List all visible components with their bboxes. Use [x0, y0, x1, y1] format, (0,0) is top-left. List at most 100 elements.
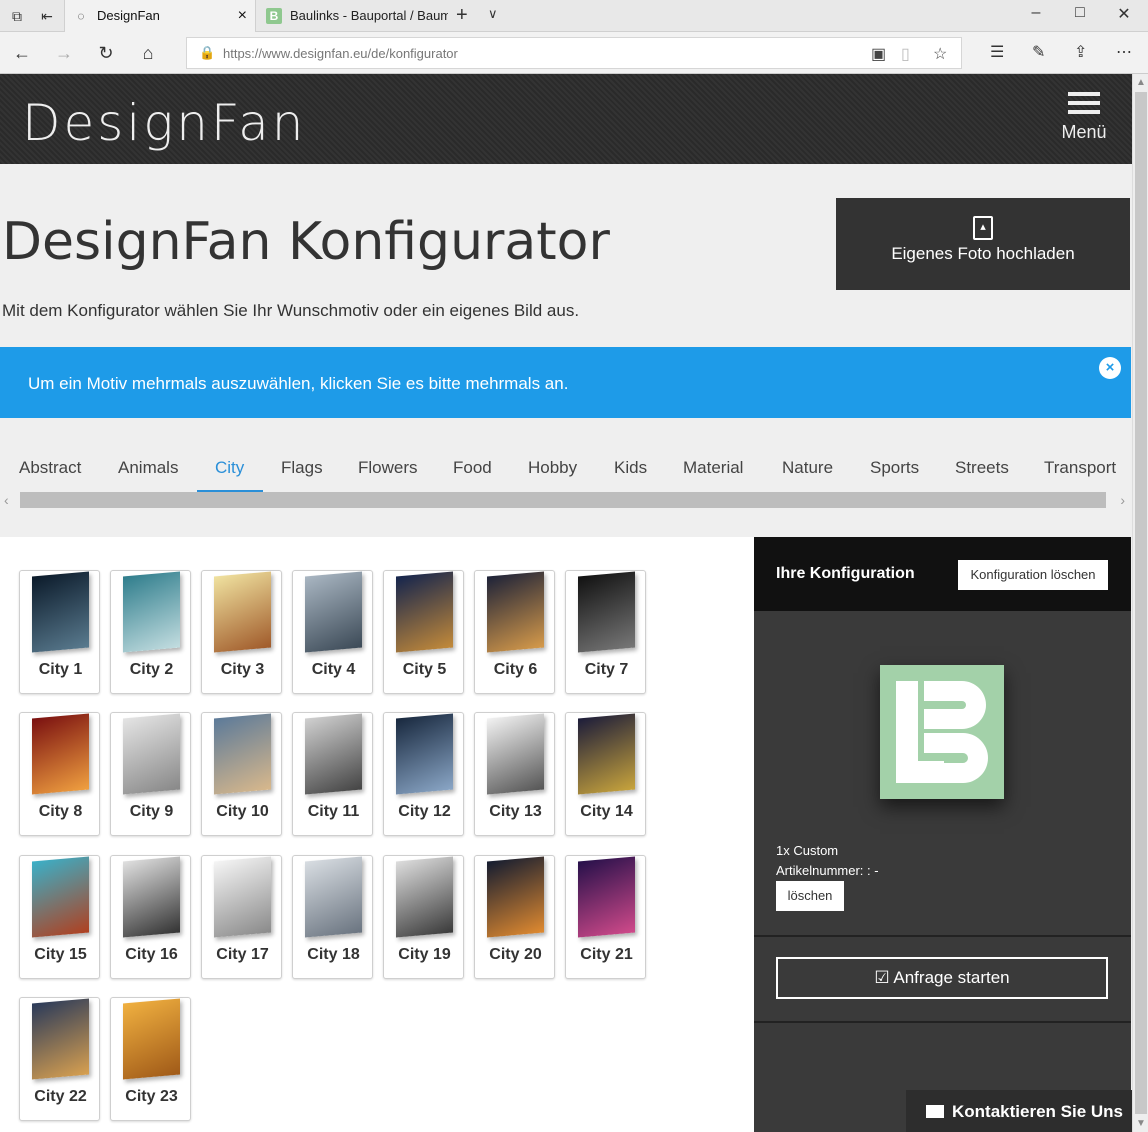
motif-card[interactable]: City 23: [110, 997, 191, 1121]
tab-designfan[interactable]: ◌ DesignFan ×: [64, 0, 256, 32]
url-path: /de/konfigurator: [367, 46, 458, 61]
category-tabs: Abstract Animals City Flags Flowers Food…: [0, 448, 1131, 492]
delete-item-button[interactable]: löschen: [776, 881, 844, 911]
tab-kids[interactable]: Kids: [614, 458, 647, 478]
motif-card[interactable]: City 9: [110, 712, 191, 836]
info-banner: Um ein Motiv mehrmals auszuwählen, klick…: [0, 347, 1131, 418]
more-icon[interactable]: ⋯: [1116, 42, 1132, 62]
motif-card[interactable]: City 13: [474, 712, 555, 836]
image-icon: ▴: [973, 216, 993, 240]
motif-label: City 5: [402, 661, 447, 678]
scroll-thumb[interactable]: [20, 492, 1106, 508]
motif-card[interactable]: City 1: [19, 570, 100, 694]
upload-photo-button[interactable]: ▴ Eigenes Foto hochladen: [836, 198, 1130, 290]
motif-card[interactable]: City 2: [110, 570, 191, 694]
motif-thumbnail: [487, 571, 544, 653]
motif-card[interactable]: City 15: [19, 855, 100, 979]
close-window-icon[interactable]: ✕: [1114, 4, 1134, 24]
tab-baulinks[interactable]: B Baulinks - Bauportal / Baum: [258, 0, 448, 32]
tab-material[interactable]: Material: [683, 458, 743, 478]
menu-label: Menü: [1061, 122, 1107, 142]
reading-view-icon[interactable]: ▯: [901, 44, 910, 64]
motif-card[interactable]: City 19: [383, 855, 464, 979]
motif-card[interactable]: City 22: [19, 997, 100, 1121]
tab-food[interactable]: Food: [453, 458, 492, 478]
motif-thumbnail: [578, 571, 635, 653]
tab-flags[interactable]: Flags: [281, 458, 323, 478]
minimize-icon[interactable]: –: [1026, 4, 1046, 22]
share-icon[interactable]: ⇪: [1074, 42, 1087, 62]
motif-thumbnail: [214, 856, 271, 938]
page-subtitle: Mit dem Konfigurator wählen Sie Ihr Wuns…: [2, 301, 580, 320]
motif-label: City 15: [34, 946, 87, 963]
tab-nature[interactable]: Nature: [782, 458, 833, 478]
motif-label: City 9: [129, 803, 174, 820]
back-icon[interactable]: ←: [10, 41, 34, 65]
motif-thumbnail: [305, 713, 362, 795]
close-icon[interactable]: ×: [1099, 357, 1121, 379]
motif-card[interactable]: City 4: [292, 570, 373, 694]
motif-card[interactable]: City 8: [19, 712, 100, 836]
shop-icon[interactable]: ▣: [871, 44, 886, 64]
motif-card[interactable]: City 20: [474, 855, 555, 979]
motif-card[interactable]: City 11: [292, 712, 373, 836]
motif-label: City 11: [307, 803, 360, 820]
chevron-down-icon[interactable]: ∨: [488, 6, 498, 22]
motif-thumbnail: [396, 856, 453, 938]
tab-streets[interactable]: Streets: [955, 458, 1009, 478]
motif-label: City 23: [125, 1088, 178, 1105]
tab-transport[interactable]: Transport: [1044, 458, 1116, 478]
scroll-left-icon[interactable]: ‹: [4, 492, 9, 508]
divider: [754, 1021, 1131, 1023]
page-scrollbar[interactable]: ▲ ▼: [1132, 74, 1148, 1132]
tab-abstract[interactable]: Abstract: [19, 458, 81, 478]
tab-hobby[interactable]: Hobby: [528, 458, 577, 478]
maximize-icon[interactable]: □: [1070, 4, 1090, 22]
menu-button[interactable]: Menü: [1060, 92, 1108, 143]
scroll-thumb[interactable]: [1135, 92, 1147, 1114]
url-domain: https://www.designfan.eu: [223, 46, 368, 61]
url-field[interactable]: 🔒 https://www.designfan.eu/de/konfigurat…: [186, 37, 962, 69]
set-aside-tabs-icon[interactable]: ⇤: [38, 7, 56, 25]
request-label: Anfrage starten: [893, 968, 1010, 987]
favorites-icon[interactable]: ☰: [990, 42, 1004, 62]
motif-card[interactable]: City 3: [201, 570, 282, 694]
pen-icon[interactable]: ✎: [1032, 42, 1045, 62]
motif-card[interactable]: City 5: [383, 570, 464, 694]
scroll-down-icon[interactable]: ▼: [1136, 1118, 1146, 1129]
clear-configuration-button[interactable]: Konfiguration löschen: [958, 560, 1108, 590]
motif-card[interactable]: City 7: [565, 570, 646, 694]
motif-card[interactable]: City 16: [110, 855, 191, 979]
motif-card[interactable]: City 12: [383, 712, 464, 836]
new-tab-icon[interactable]: +: [456, 4, 468, 27]
motif-card[interactable]: City 17: [201, 855, 282, 979]
divider: [754, 935, 1131, 937]
tab-sports[interactable]: Sports: [870, 458, 919, 478]
tab-city[interactable]: City: [215, 458, 244, 478]
home-icon[interactable]: ⌂: [136, 41, 160, 65]
category-scrollbar[interactable]: ‹ ›: [0, 490, 1131, 510]
scroll-right-icon[interactable]: ›: [1120, 492, 1125, 508]
contact-us-button[interactable]: Kontaktieren Sie Uns: [906, 1090, 1132, 1132]
motif-card[interactable]: City 18: [292, 855, 373, 979]
close-tab-icon[interactable]: ×: [238, 0, 247, 32]
favorite-star-icon[interactable]: ☆: [933, 44, 947, 64]
scroll-up-icon[interactable]: ▲: [1136, 77, 1146, 88]
motif-card[interactable]: City 14: [565, 712, 646, 836]
motif-thumbnail: [396, 713, 453, 795]
configuration-title: Ihre Konfiguration: [776, 565, 915, 582]
refresh-icon[interactable]: ↻: [94, 41, 118, 65]
start-request-button[interactable]: ☑ Anfrage starten: [776, 957, 1108, 999]
motif-label: City 4: [311, 661, 356, 678]
motif-label: City 13: [489, 803, 542, 820]
motif-card[interactable]: City 21: [565, 855, 646, 979]
designfan-logo[interactable]: DesignFan: [22, 94, 306, 152]
tab-flowers[interactable]: Flowers: [358, 458, 418, 478]
motif-label: City 14: [580, 803, 633, 820]
motif-card[interactable]: City 6: [474, 570, 555, 694]
tab-animals[interactable]: Animals: [118, 458, 178, 478]
forward-icon[interactable]: →: [52, 41, 76, 65]
tab-actions-icon[interactable]: ⧉: [8, 7, 26, 25]
motif-thumbnail: [487, 713, 544, 795]
motif-card[interactable]: City 10: [201, 712, 282, 836]
